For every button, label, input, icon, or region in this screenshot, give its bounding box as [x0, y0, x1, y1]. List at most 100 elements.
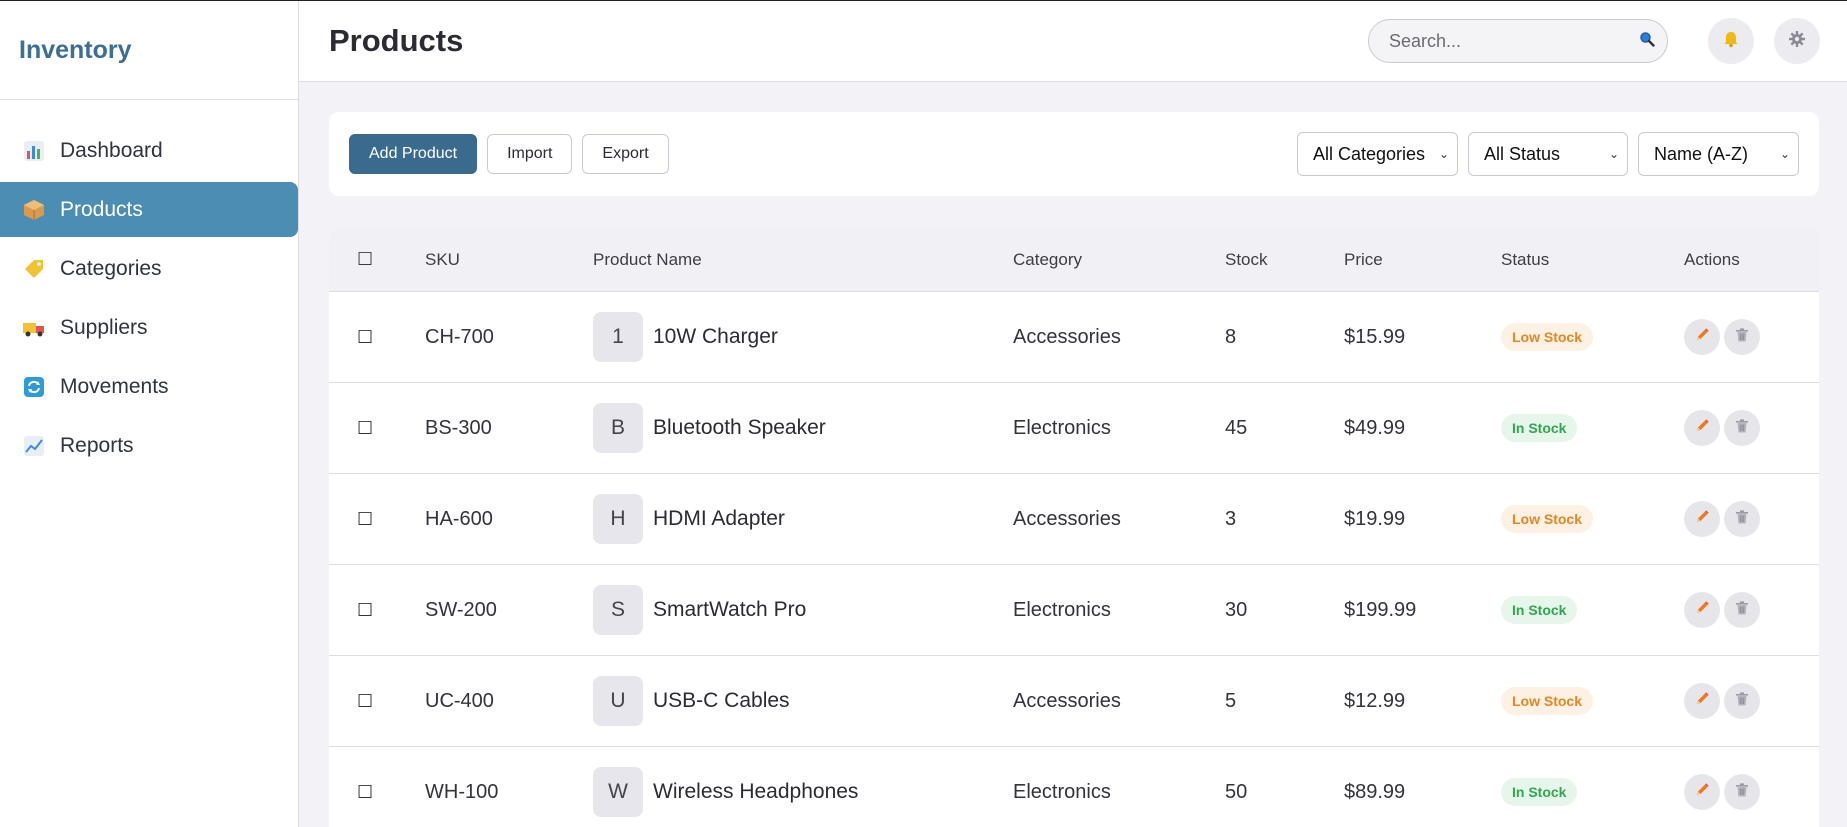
category-cell: Accessories [1013, 507, 1121, 530]
edit-button[interactable] [1684, 319, 1720, 355]
sidebar-item-dashboard[interactable]: Dashboard [0, 123, 298, 178]
actions-cell [1684, 410, 1819, 446]
sort-select[interactable]: Name (A-Z) ⌄ [1638, 132, 1799, 176]
table-header-row: ☐ SKU Product Name Category Stock Price … [329, 228, 1819, 292]
column-header-category[interactable]: Category [1013, 250, 1225, 270]
product-name-cell: S SmartWatch Pro [593, 585, 1013, 635]
trash-icon [1734, 690, 1750, 713]
table-row[interactable]: ☐ SW-200 S SmartWatch Pro Electronics 30… [329, 565, 1819, 656]
search-icon[interactable] [1639, 31, 1655, 52]
product-avatar: H [593, 494, 643, 544]
category-cell: Accessories [1013, 325, 1121, 348]
column-header-name[interactable]: Product Name [593, 250, 1013, 270]
sidebar-item-label: Categories [60, 256, 162, 280]
status-badge: Low Stock [1501, 505, 1594, 533]
row-checkbox[interactable]: ☐ [329, 327, 425, 348]
stock-cell: 30 [1225, 598, 1248, 621]
row-checkbox[interactable]: ☐ [329, 509, 425, 530]
chevron-down-icon: ⌄ [1779, 147, 1790, 161]
edit-button[interactable] [1684, 501, 1720, 537]
column-header-status[interactable]: Status [1501, 250, 1684, 270]
product-name[interactable]: USB-C Cables [653, 689, 790, 713]
row-checkbox[interactable]: ☐ [329, 691, 425, 712]
edit-button[interactable] [1684, 683, 1720, 719]
chevron-down-icon: ⌄ [1608, 147, 1619, 161]
category-filter-select[interactable]: All Categories ⌄ [1297, 132, 1458, 176]
column-header-sku[interactable]: SKU [425, 250, 593, 270]
category-cell: Electronics [1013, 598, 1111, 621]
pencil-icon [1694, 781, 1710, 804]
gear-icon [1788, 30, 1806, 53]
column-header-price[interactable]: Price [1344, 250, 1501, 270]
product-name[interactable]: Bluetooth Speaker [653, 416, 826, 440]
sidebar-item-reports[interactable]: Reports [0, 418, 298, 473]
status-cell: Low Stock [1501, 687, 1684, 715]
search-box[interactable] [1368, 19, 1668, 63]
sidebar-item-categories[interactable]: Categories [0, 241, 298, 296]
delete-button[interactable] [1724, 319, 1760, 355]
status-filter-select[interactable]: All Status ⌄ [1468, 132, 1628, 176]
delete-button[interactable] [1724, 774, 1760, 810]
pencil-icon [1694, 690, 1710, 713]
import-button[interactable]: Import [487, 134, 573, 174]
actions-cell [1684, 774, 1819, 810]
status-badge: In Stock [1501, 414, 1578, 442]
brand-logo[interactable]: Inventory [0, 1, 298, 100]
notifications-button[interactable] [1708, 18, 1754, 64]
delete-button[interactable] [1724, 501, 1760, 537]
status-cell: Low Stock [1501, 505, 1684, 533]
row-checkbox[interactable]: ☐ [329, 782, 425, 803]
product-avatar: S [593, 585, 643, 635]
column-header-stock[interactable]: Stock [1225, 250, 1344, 270]
table-body: ☐ CH-700 1 10W Charger Accessories 8 $15… [329, 292, 1819, 827]
sku-cell: UC-400 [425, 689, 494, 712]
product-name-cell: H HDMI Adapter [593, 494, 1013, 544]
pencil-icon [1694, 326, 1710, 349]
app-root: Inventory Dashboard Products Categories [0, 0, 1847, 827]
sidebar-item-suppliers[interactable]: Suppliers [0, 300, 298, 355]
select-all-checkbox[interactable]: ☐ [329, 249, 425, 270]
table-row[interactable]: ☐ BS-300 B Bluetooth Speaker Electronics… [329, 383, 1819, 474]
price-cell: $49.99 [1344, 416, 1406, 439]
row-checkbox[interactable]: ☐ [329, 418, 425, 439]
sku-cell: HA-600 [425, 507, 493, 530]
export-button[interactable]: Export [582, 134, 669, 174]
product-name-cell: W Wireless Headphones [593, 767, 1013, 817]
pencil-icon [1694, 417, 1710, 440]
stock-cell: 8 [1225, 325, 1237, 348]
table-row[interactable]: ☐ HA-600 H HDMI Adapter Accessories 3 $1… [329, 474, 1819, 565]
product-name[interactable]: HDMI Adapter [653, 507, 785, 531]
trash-icon [1734, 508, 1750, 531]
product-avatar: U [593, 676, 643, 726]
delete-button[interactable] [1724, 410, 1760, 446]
stock-cell: 5 [1225, 689, 1237, 712]
sidebar-item-movements[interactable]: Movements [0, 359, 298, 414]
product-name-cell: B Bluetooth Speaker [593, 403, 1013, 453]
actions-cell [1684, 319, 1819, 355]
search-input[interactable] [1389, 30, 1639, 52]
edit-button[interactable] [1684, 774, 1720, 810]
table-row[interactable]: ☐ WH-100 W Wireless Headphones Electroni… [329, 747, 1819, 827]
sort-value: Name (A-Z) [1654, 143, 1748, 164]
product-name[interactable]: 10W Charger [653, 325, 778, 349]
column-header-actions: Actions [1684, 249, 1740, 269]
bell-icon [1722, 30, 1740, 53]
table-row[interactable]: ☐ CH-700 1 10W Charger Accessories 8 $15… [329, 292, 1819, 383]
row-checkbox[interactable]: ☐ [329, 600, 425, 621]
product-name[interactable]: SmartWatch Pro [653, 598, 806, 622]
category-cell: Electronics [1013, 416, 1111, 439]
bar-chart-icon [22, 139, 46, 163]
edit-button[interactable] [1684, 410, 1720, 446]
edit-button[interactable] [1684, 592, 1720, 628]
add-product-button[interactable]: Add Product [349, 134, 478, 174]
sidebar-item-products[interactable]: Products [0, 182, 298, 237]
table-row[interactable]: ☐ UC-400 U USB-C Cables Accessories 5 $1… [329, 656, 1819, 747]
product-avatar: W [593, 767, 643, 817]
stock-cell: 50 [1225, 780, 1248, 803]
settings-button[interactable] [1774, 18, 1820, 64]
delete-button[interactable] [1724, 683, 1760, 719]
delete-button[interactable] [1724, 592, 1760, 628]
product-name[interactable]: Wireless Headphones [653, 780, 858, 804]
package-icon [22, 198, 46, 222]
refresh-icon [22, 375, 46, 399]
